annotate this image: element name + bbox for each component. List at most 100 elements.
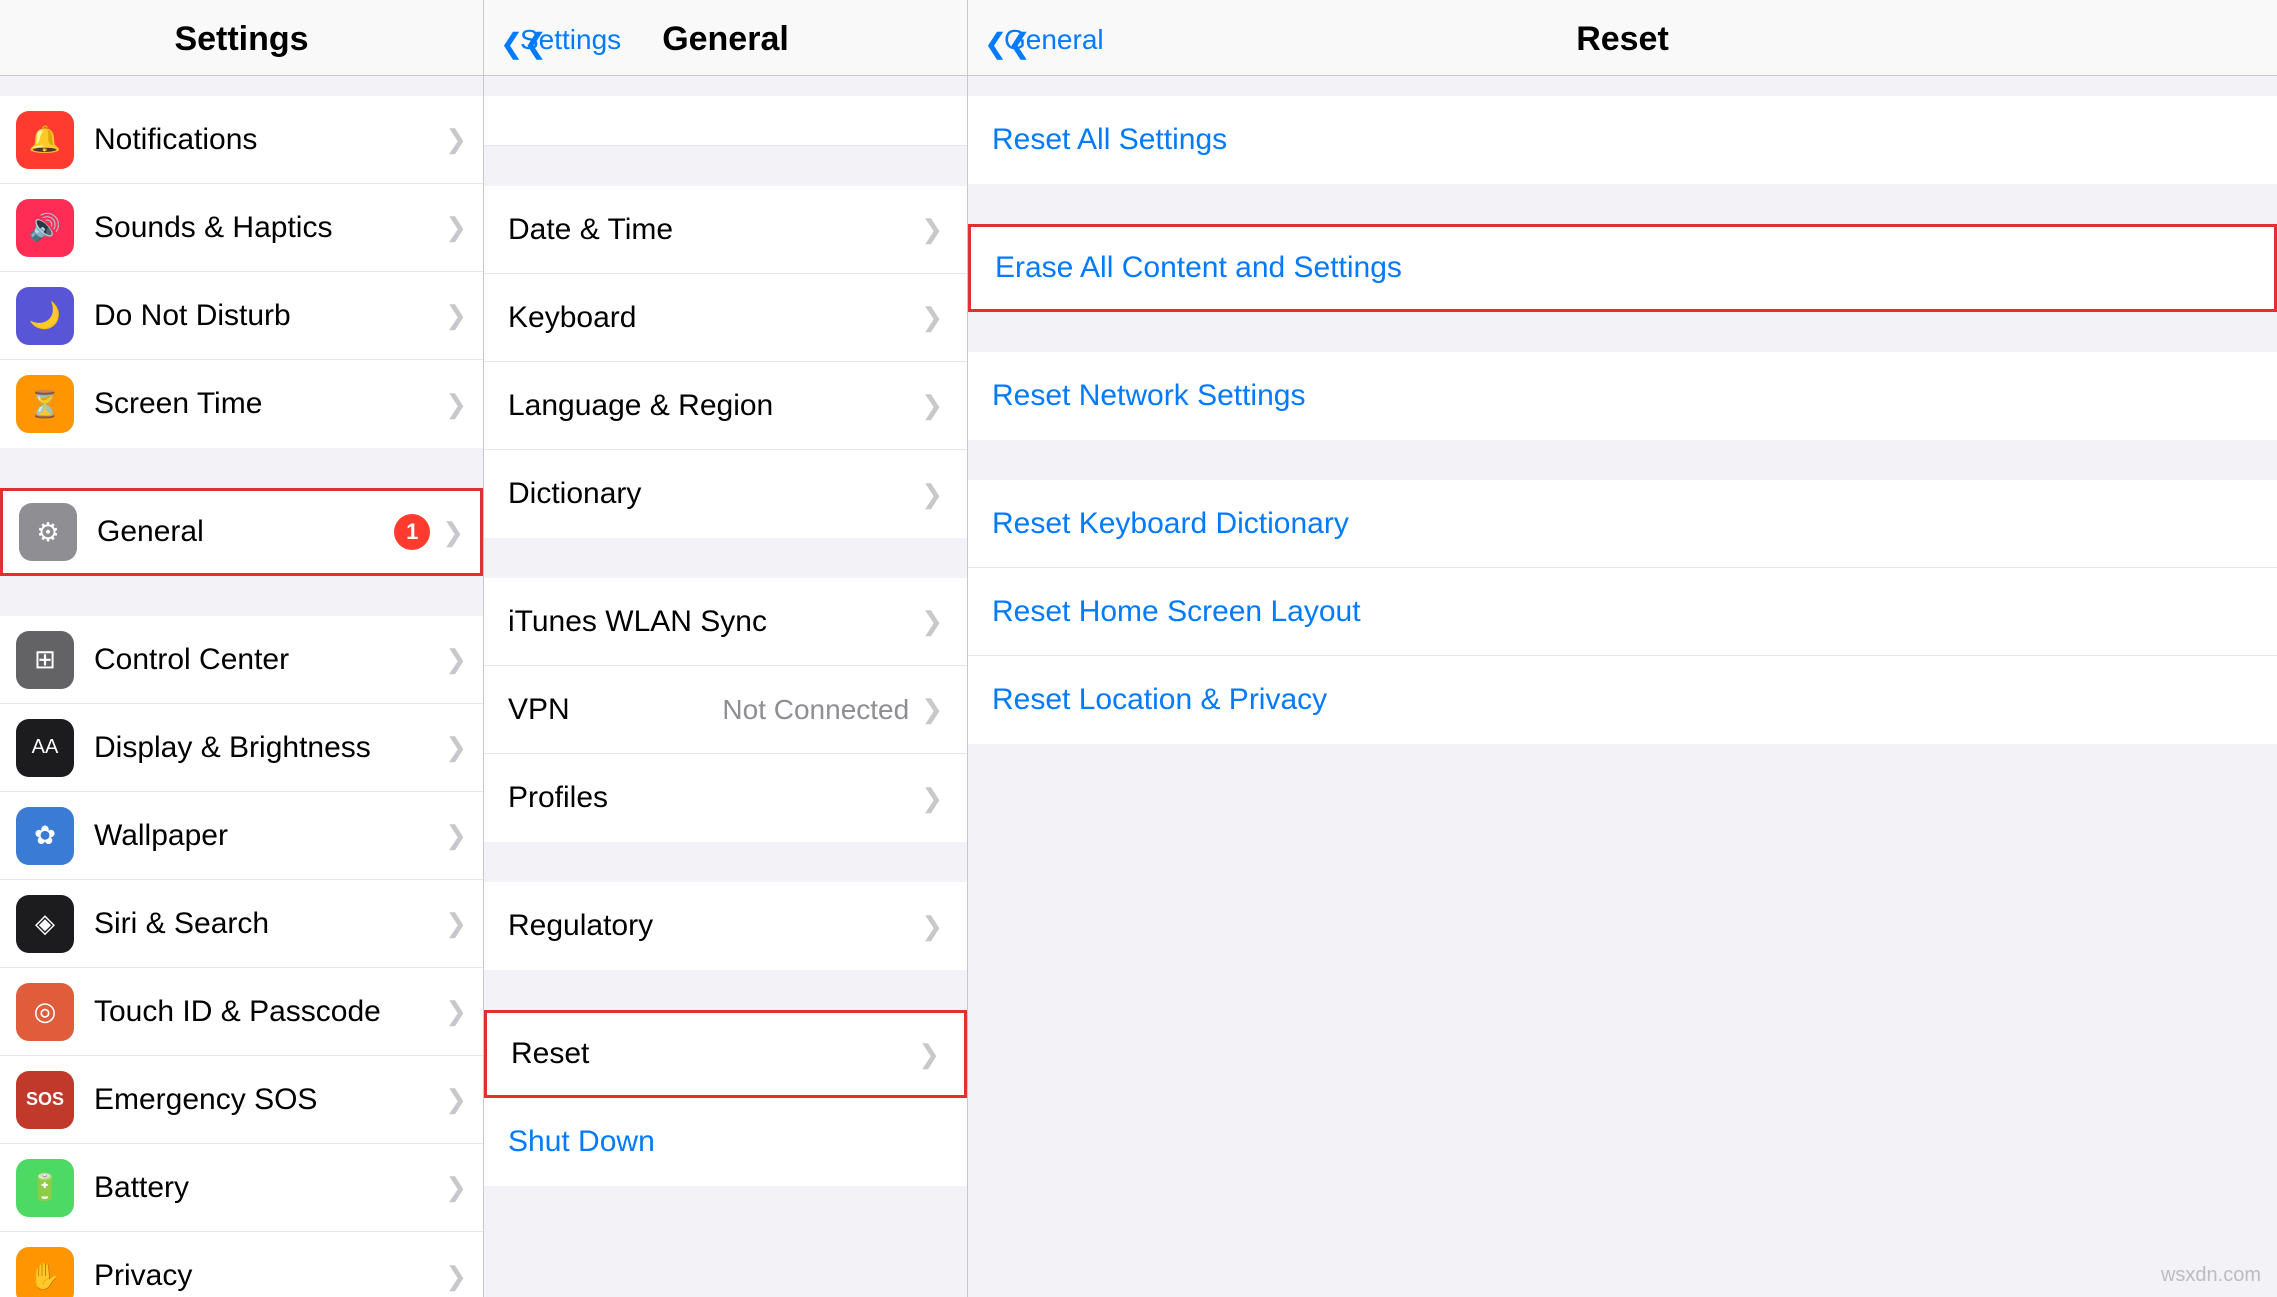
general-item-vpn[interactable]: VPNNot Connected❯ [484,666,967,754]
group-spacer-m0 [484,146,967,186]
emergencysos-chevron-icon: ❯ [445,1084,467,1115]
sirisearch-icon: ◈ [16,895,74,953]
group-spacer-m3 [484,970,967,1010]
datetime-chevron-icon: ❯ [921,214,943,245]
emergencysos-icon: SOS [16,1071,74,1129]
reset-spacer-3 [968,440,2277,480]
sidebar-item-general[interactable]: ⚙General1❯ [0,488,483,576]
displaybrightness-right: ❯ [445,732,467,763]
sidebar-item-displaybrightness[interactable]: AADisplay & Brightness❯ [0,704,483,792]
general-item-keyboard[interactable]: Keyboard❯ [484,274,967,362]
notifications-label: Notifications [94,123,445,157]
reset-item-erase-all[interactable]: Erase All Content and Settings [968,224,2277,312]
reset-spacer-2 [968,312,2277,352]
reset-all-settings-label: Reset All Settings [992,123,1227,157]
profiles-chevron-icon: ❯ [921,783,943,814]
controlcenter-label: Control Center [94,643,445,677]
reset-group-0: Reset All Settings [968,96,2277,184]
notifications-right: ❯ [445,124,467,155]
back-to-general[interactable]: ❮ General [984,24,1104,56]
group-spacer-1 [0,448,483,488]
sidebar-item-donotdisturb[interactable]: 🌙Do Not Disturb❯ [0,272,483,360]
settings-group-2: ⚙General1❯ [0,488,483,576]
sidebar-item-controlcenter[interactable]: ⊞Control Center❯ [0,616,483,704]
middle-title: General [662,20,789,59]
ituneswlan-label: iTunes WLAN Sync [508,605,921,639]
general-item-regulatory[interactable]: Regulatory❯ [484,882,967,970]
general-item-profiles[interactable]: Profiles❯ [484,754,967,842]
profiles-label: Profiles [508,781,921,815]
sounds-right: ❯ [445,212,467,243]
privacy-chevron-icon: ❯ [445,1261,467,1292]
touchid-icon: ◎ [16,983,74,1041]
sidebar-item-sounds[interactable]: 🔊Sounds & Haptics❯ [0,184,483,272]
vpn-chevron-icon: ❯ [921,694,943,725]
battery-chevron-icon: ❯ [445,1172,467,1203]
datetime-label: Date & Time [508,213,921,247]
general-group-4: Reset❯ [484,1010,967,1098]
regulatory-chevron-icon: ❯ [921,911,943,942]
reset-item-reset-homescreen[interactable]: Reset Home Screen Layout [968,568,2277,656]
general-right: 1❯ [394,514,464,550]
reset-keyboard-label: Reset Keyboard Dictionary [992,507,1349,541]
general-item-reset[interactable]: Reset❯ [484,1010,967,1098]
shutdown-item[interactable]: Shut Down [484,1098,967,1186]
settings-group-1: 🔔Notifications❯🔊Sounds & Haptics❯🌙Do Not… [0,96,483,448]
ituneswlan-chevron-icon: ❯ [921,606,943,637]
dictionary-chevron-icon: ❯ [921,479,943,510]
right-column: ❮ General Reset Reset All SettingsErase … [968,0,2277,1297]
reset-item-reset-network[interactable]: Reset Network Settings [968,352,2277,440]
reset-location-label: Reset Location & Privacy [992,683,1327,717]
vpn-value: Not Connected [722,694,909,726]
group-spacer-m2 [484,842,967,882]
back-to-settings[interactable]: ❮ Settings [500,24,621,56]
general-item-language[interactable]: Language & Region❯ [484,362,967,450]
controlcenter-icon: ⊞ [16,631,74,689]
reset-item-reset-keyboard[interactable]: Reset Keyboard Dictionary [968,480,2277,568]
keyboard-label: Keyboard [508,301,921,335]
emergencysos-right: ❯ [445,1084,467,1115]
touchid-label: Touch ID & Passcode [94,995,445,1029]
language-chevron-icon: ❯ [921,390,943,421]
general-item-datetime[interactable]: Date & Time❯ [484,186,967,274]
screentime-icon: ⏳ [16,375,74,433]
privacy-icon: ✋ [16,1247,74,1297]
group-spacer-2 [0,576,483,616]
regulatory-label: Regulatory [508,909,921,943]
general-item-ituneswlan[interactable]: iTunes WLAN Sync❯ [484,578,967,666]
sidebar-item-touchid[interactable]: ◎ Touch ID & Passcode❯ [0,968,483,1056]
general-item-dictionary[interactable]: Dictionary❯ [484,450,967,538]
reset-group-1: Erase All Content and Settings [968,224,2277,312]
sidebar-item-sirisearch[interactable]: ◈ Siri & Search❯ [0,880,483,968]
reset-homescreen-label: Reset Home Screen Layout [992,595,1361,629]
battery-icon: 🔋 [16,1159,74,1217]
emergencysos-label: Emergency SOS [94,1083,445,1117]
touchid-chevron-icon: ❯ [445,996,467,1027]
sidebar-item-notifications[interactable]: 🔔Notifications❯ [0,96,483,184]
wallpaper-label: Wallpaper [94,819,445,853]
sidebar-item-emergencysos[interactable]: SOS Emergency SOS❯ [0,1056,483,1144]
left-column: Settings 🔔Notifications❯🔊Sounds & Haptic… [0,0,484,1297]
language-label: Language & Region [508,389,921,423]
sidebar-item-privacy[interactable]: ✋Privacy❯ [0,1232,483,1297]
reset-item-reset-all-settings[interactable]: Reset All Settings [968,96,2277,184]
donotdisturb-right: ❯ [445,300,467,331]
general-label: General [97,515,394,549]
battery-label: Battery [94,1171,445,1205]
screentime-label: Screen Time [94,387,445,421]
notifications-chevron-icon: ❯ [445,124,467,155]
reset-spacer-1 [968,184,2277,224]
sirisearch-label: Siri & Search [94,907,445,941]
sirisearch-chevron-icon: ❯ [445,908,467,939]
settings-list: 🔔Notifications❯🔊Sounds & Haptics❯🌙Do Not… [0,76,483,1297]
reset-network-label: Reset Network Settings [992,379,1305,413]
sidebar-item-battery[interactable]: 🔋 Battery❯ [0,1144,483,1232]
reset-item-reset-location[interactable]: Reset Location & Privacy [968,656,2277,744]
sidebar-item-screentime[interactable]: ⏳ Screen Time❯ [0,360,483,448]
group-spacer-m1 [484,538,967,578]
sounds-label: Sounds & Haptics [94,211,445,245]
general-badge: 1 [394,514,430,550]
screentime-chevron-icon: ❯ [445,389,467,420]
displaybrightness-label: Display & Brightness [94,731,445,765]
sidebar-item-wallpaper[interactable]: ✿Wallpaper❯ [0,792,483,880]
